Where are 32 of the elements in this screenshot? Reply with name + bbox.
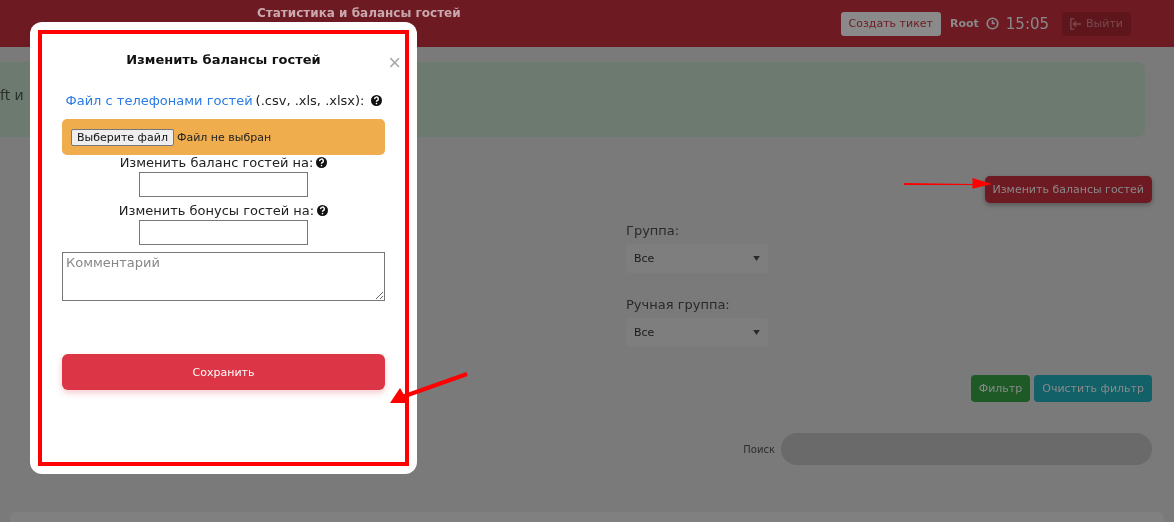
field-label: Изменить бонусы гостей на: <box>118 203 315 218</box>
select-field[interactable]: Все <box>626 318 768 347</box>
save-button[interactable]: Сохранить <box>62 354 385 390</box>
close-button[interactable]: × <box>388 52 401 74</box>
user-name: Root <box>950 17 979 30</box>
select-field[interactable]: Все <box>626 244 768 273</box>
field-label: Изменить баланс гостей на: <box>119 155 314 170</box>
clock-icon <box>985 17 999 30</box>
help-icon <box>317 205 329 216</box>
page-title: Статистика и балансы гостей <box>257 6 461 20</box>
clock-time: 15:05 <box>1005 14 1050 33</box>
caret-icon <box>753 330 760 335</box>
search-label: Поиск <box>743 443 775 455</box>
caret-icon <box>753 256 760 261</box>
modal-title: Изменить балансы гостей <box>126 52 321 67</box>
number-input[interactable] <box>139 220 308 245</box>
file-status: Файл не выбран <box>176 130 272 144</box>
change-balances-button[interactable]: Изменить балансы гостей <box>984 176 1152 203</box>
logout-icon <box>1070 17 1083 30</box>
file-link[interactable]: Файл с телефонами гостей <box>65 93 253 108</box>
filter-button[interactable]: Фильтр <box>970 375 1031 402</box>
help-icon <box>316 157 328 168</box>
choose-file-button[interactable]: Выберите файл <box>71 128 174 146</box>
clear-filter-button[interactable]: Очистить фильтр <box>1034 375 1152 402</box>
alert-text: ft и <box>0 86 24 103</box>
file-formats: (.csv, .xls, .xlsx): <box>255 93 365 108</box>
number-input[interactable] <box>139 172 308 197</box>
help-icon <box>370 95 382 106</box>
create-ticket-button[interactable]: Создать тикет <box>840 11 941 36</box>
comment-field[interactable]: Комментарий <box>62 252 385 301</box>
filter-label: Ручная группа: <box>626 297 731 312</box>
filter-label: Группа: <box>626 223 681 238</box>
